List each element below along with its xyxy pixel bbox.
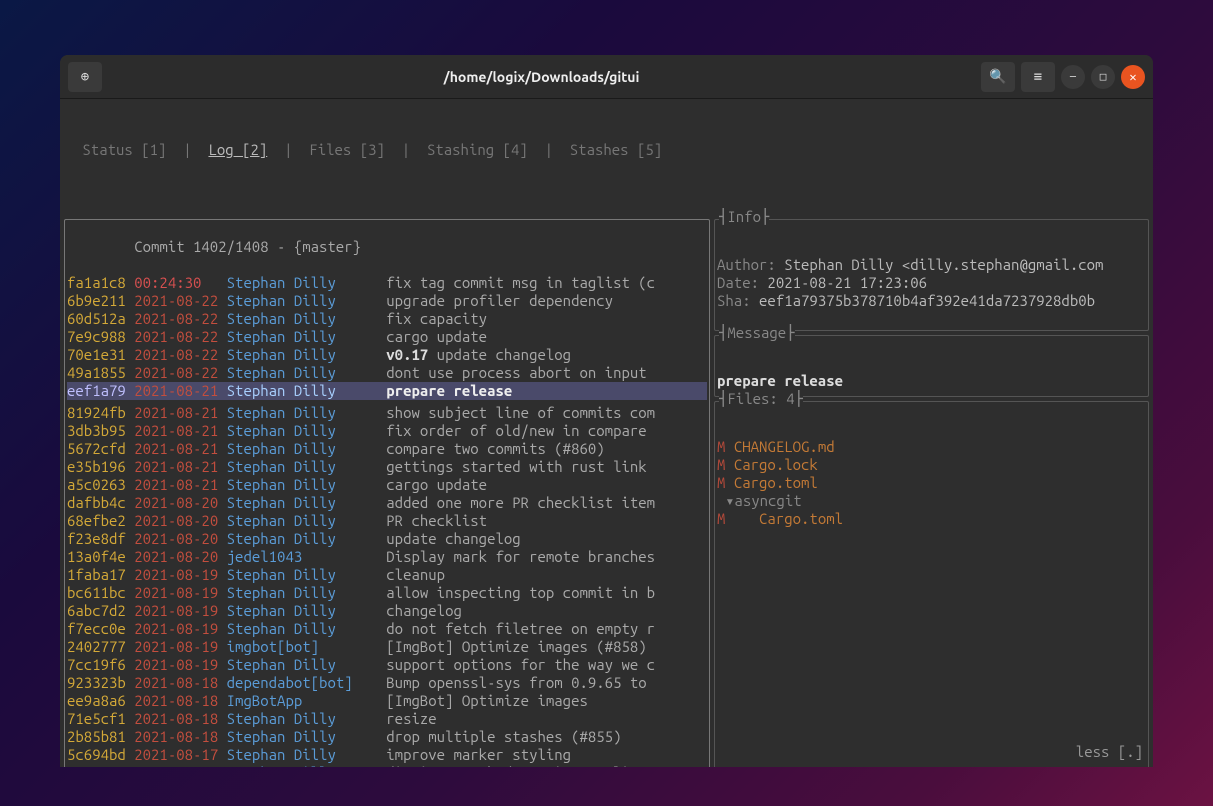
commit-row[interactable]: 5c694bd 2021-08-17 Stephan Dilly improve…	[67, 746, 707, 764]
commit-row[interactable]: 13a0f4e 2021-08-20 jedel1043 Display mar…	[67, 548, 707, 566]
commit-row[interactable]: 2b85b81 2021-08-18 Stephan Dilly drop mu…	[67, 728, 707, 746]
commit-row[interactable]: a5c0263 2021-08-21 Stephan Dilly cargo u…	[67, 476, 707, 494]
sha-value: eef1a79375b378710b4af392e41da7237928db0b	[759, 292, 1095, 309]
commit-header: Commit 1402/1408 - {master}	[134, 238, 361, 255]
files-title: ┤Files: 4├	[719, 390, 803, 408]
commit-row[interactable]: 6abc7d2 2021-08-19 Stephan Dilly changel…	[67, 602, 707, 620]
app-tabs: Status [1] | Log [2] | Files [3] | Stash…	[64, 141, 1149, 159]
tab-status[interactable]: Status [1]	[82, 141, 166, 158]
commit-row[interactable]: fa1a1c8 00:24:30 Stephan Dilly fix tag c…	[67, 274, 707, 292]
commit-row[interactable]: 70e1e31 2021-08-22 Stephan Dilly v0.17 u…	[67, 346, 707, 364]
commit-row[interactable]: bc611bc 2021-08-19 Stephan Dilly allow i…	[67, 584, 707, 602]
commit-row[interactable]: 3db3b95 2021-08-21 Stephan Dilly fix ord…	[67, 422, 707, 440]
message-title: ┤Message├	[719, 324, 795, 342]
terminal-window: ⊕ /home/logix/Downloads/gitui 🔍 ≡ — □ ✕ …	[60, 55, 1153, 767]
commit-message: prepare release	[717, 372, 843, 389]
commit-row[interactable]: eef1a79 2021-08-21 Stephan Dilly prepare…	[67, 382, 707, 400]
commit-row[interactable]: f7ecc0e 2021-08-19 Stephan Dilly do not …	[67, 620, 707, 638]
minimize-button[interactable]: —	[1061, 65, 1085, 89]
commit-row[interactable]: 3847ec9 2021-08-17 Stephan Dilly distinc…	[67, 764, 707, 767]
tab-files[interactable]: Files [3]	[309, 141, 385, 158]
commit-row[interactable]: ee9a8a6 2021-08-18 ImgBotApp [ImgBot] Op…	[67, 692, 707, 710]
message-panel: ┤Message├ prepare release	[714, 335, 1149, 397]
author-value: Stephan Dilly <dilly.stephan@gmail.com	[784, 256, 1103, 273]
commit-row[interactable]: e35b196 2021-08-21 Stephan Dilly getting…	[67, 458, 707, 476]
commit-row[interactable]: dafbb4c 2021-08-20 Stephan Dilly added o…	[67, 494, 707, 512]
tab-stashes[interactable]: Stashes [5]	[570, 141, 662, 158]
file-row[interactable]: M Cargo.toml	[717, 510, 1146, 528]
tab-log[interactable]: Log [2]	[208, 141, 267, 158]
details-pane: ┤Info├ Author: Stephan Dilly <dilly.step…	[714, 219, 1149, 767]
window-title: /home/logix/Downloads/gitui	[108, 69, 975, 85]
less-indicator: less [.]	[1076, 743, 1143, 761]
commit-row[interactable]: 1faba17 2021-08-19 Stephan Dilly cleanup	[67, 566, 707, 584]
commit-log-pane[interactable]: Commit 1402/1408 - {master} fa1a1c8 00:2…	[64, 219, 710, 767]
menu-button[interactable]: ≡	[1021, 62, 1055, 92]
sha-label: Sha:	[717, 292, 751, 309]
terminal-content: Status [1] | Log [2] | Files [3] | Stash…	[60, 99, 1153, 767]
info-title: ┤Info├	[719, 208, 769, 226]
commit-row[interactable]: 81924fb 2021-08-21 Stephan Dilly show su…	[67, 404, 707, 422]
commit-row[interactable]: 5672cfd 2021-08-21 Stephan Dilly compare…	[67, 440, 707, 458]
commit-row[interactable]: 2402777 2021-08-19 imgbot[bot] [ImgBot] …	[67, 638, 707, 656]
commit-row[interactable]: 6b9e211 2021-08-22 Stephan Dilly upgrade…	[67, 292, 707, 310]
maximize-button[interactable]: □	[1091, 65, 1115, 89]
commit-row[interactable]: 7e9c988 2021-08-22 Stephan Dilly cargo u…	[67, 328, 707, 346]
commit-row[interactable]: 923323b 2021-08-18 dependabot[bot] Bump …	[67, 674, 707, 692]
close-button[interactable]: ✕	[1121, 65, 1145, 89]
file-row[interactable]: ▾asyncgit	[717, 492, 1146, 510]
new-tab-button[interactable]: ⊕	[68, 62, 102, 92]
search-button[interactable]: 🔍	[981, 62, 1015, 92]
commit-row[interactable]: 60d512a 2021-08-22 Stephan Dilly fix cap…	[67, 310, 707, 328]
author-label: Author:	[717, 256, 776, 273]
commit-row[interactable]: 68efbe2 2021-08-20 Stephan Dilly PR chec…	[67, 512, 707, 530]
files-panel[interactable]: ┤Files: 4├ M CHANGELOG.mdM Cargo.lockM C…	[714, 401, 1149, 767]
date-label: Date:	[717, 274, 759, 291]
commit-row[interactable]: f23e8df 2021-08-20 Stephan Dilly update …	[67, 530, 707, 548]
file-row[interactable]: M Cargo.lock	[717, 456, 1146, 474]
tab-stashing[interactable]: Stashing [4]	[427, 141, 528, 158]
commit-row[interactable]: 71e5cf1 2021-08-18 Stephan Dilly resize	[67, 710, 707, 728]
file-row[interactable]: M Cargo.toml	[717, 474, 1146, 492]
titlebar: ⊕ /home/logix/Downloads/gitui 🔍 ≡ — □ ✕	[60, 55, 1153, 99]
info-panel: ┤Info├ Author: Stephan Dilly <dilly.step…	[714, 219, 1149, 331]
commit-row[interactable]: 7cc19f6 2021-08-19 Stephan Dilly support…	[67, 656, 707, 674]
commit-row[interactable]: 49a1855 2021-08-22 Stephan Dilly dont us…	[67, 364, 707, 382]
date-value: 2021-08-21 17:23:06	[767, 274, 927, 291]
file-row[interactable]: M CHANGELOG.md	[717, 438, 1146, 456]
